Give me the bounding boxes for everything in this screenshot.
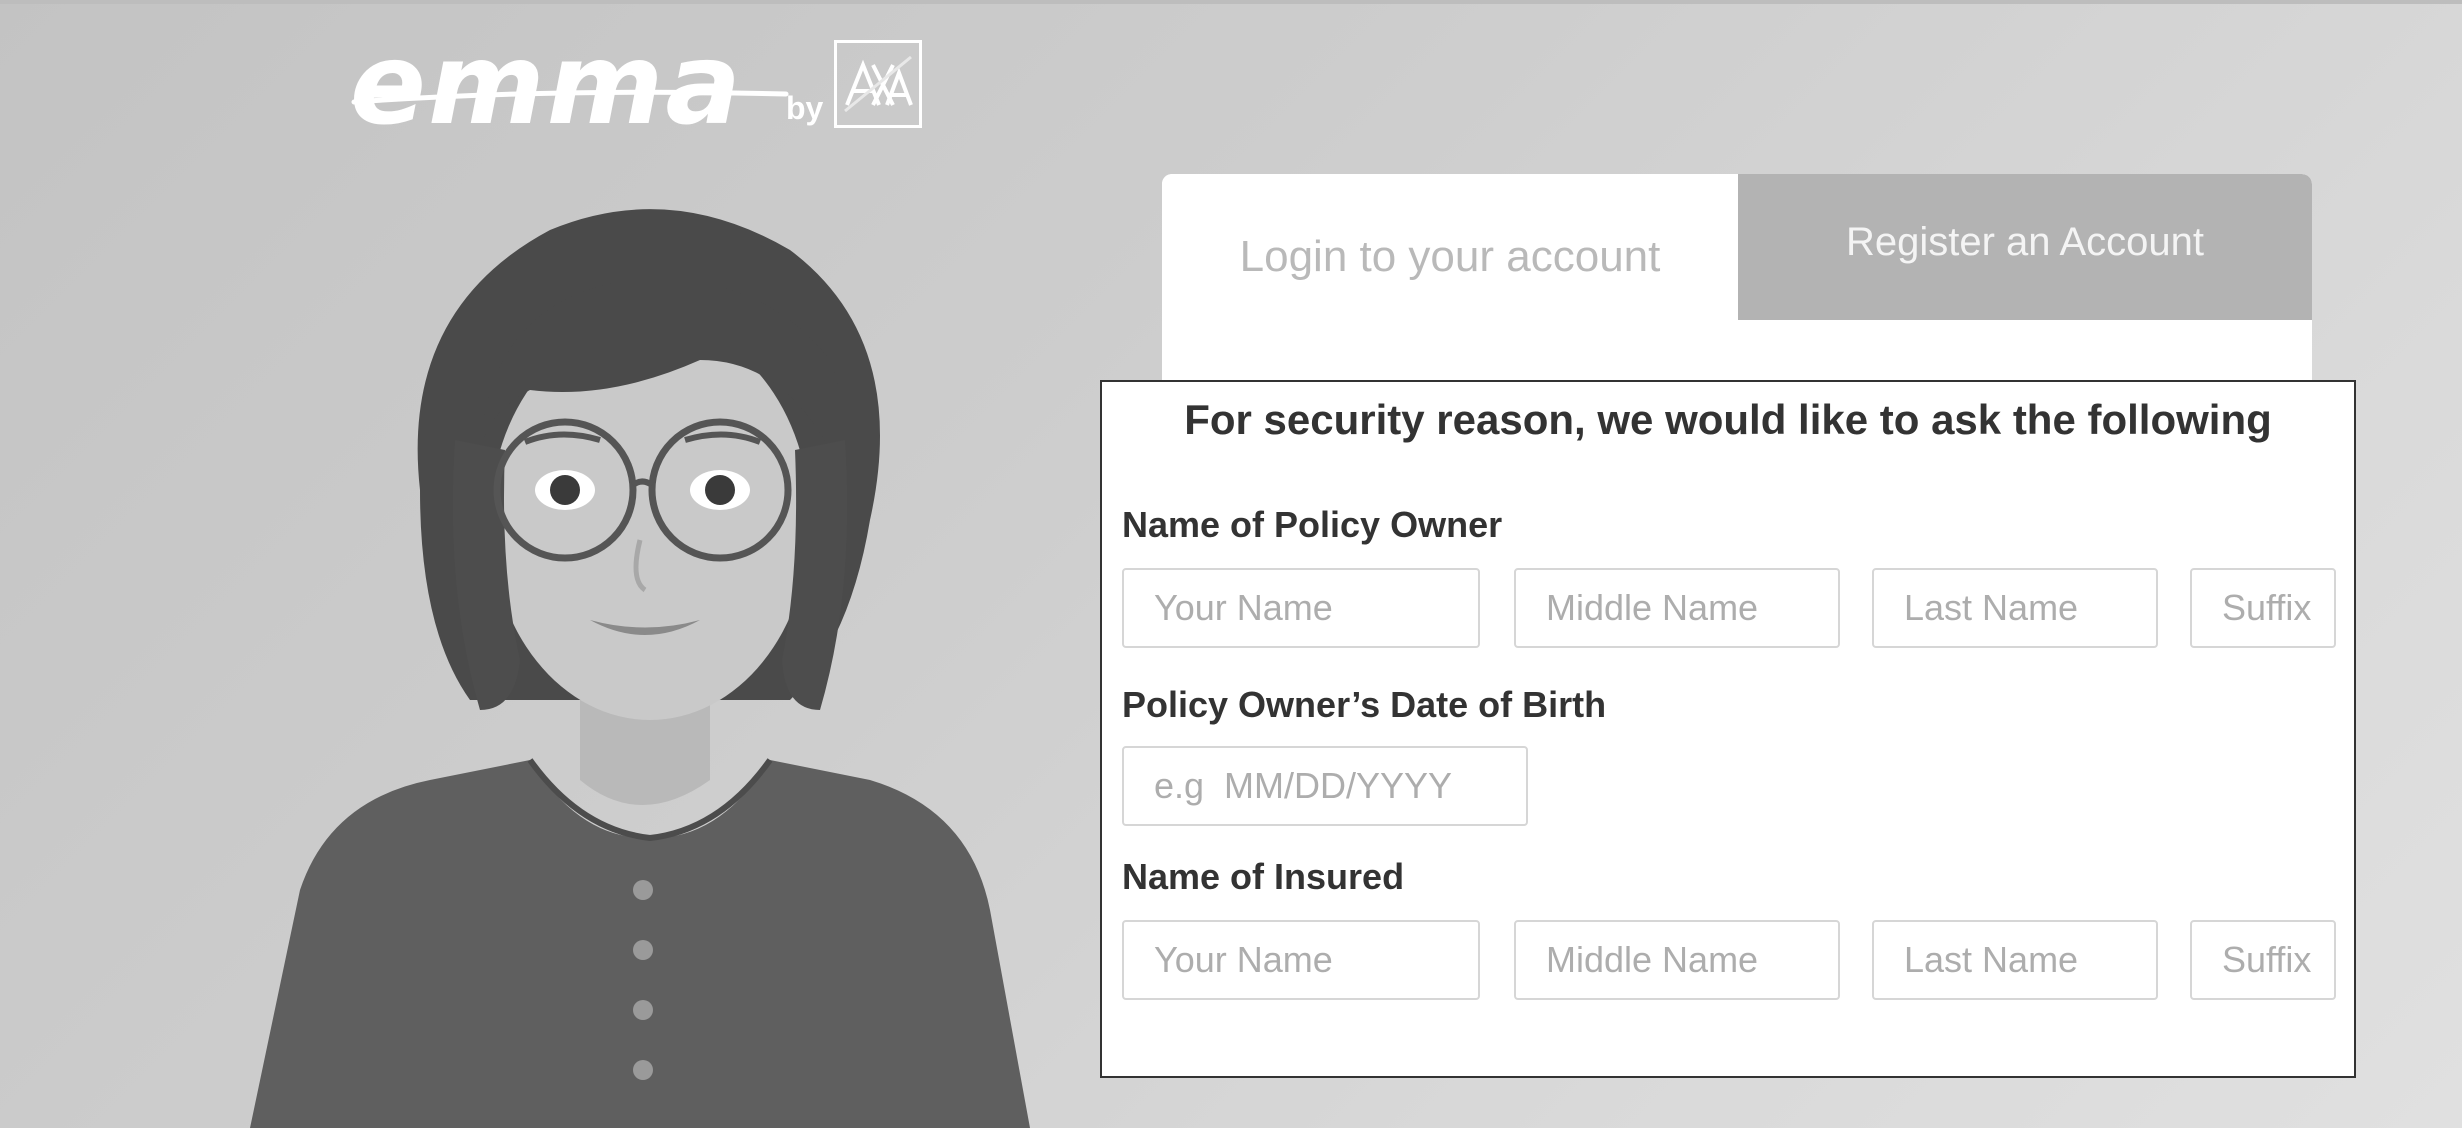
logo-by-text: by — [786, 90, 824, 126]
insured-middle-name-input[interactable] — [1514, 920, 1840, 1000]
insured-first-name-input[interactable] — [1122, 920, 1480, 1000]
dob-input[interactable] — [1122, 746, 1528, 826]
auth-card: Login to your account Register an Accoun… — [1162, 174, 2312, 384]
top-border — [0, 0, 2462, 4]
insured-suffix-input[interactable] — [2190, 920, 2336, 1000]
insured-last-name-input[interactable] — [1872, 920, 2158, 1000]
policy-owner-label: Name of Policy Owner — [1122, 504, 1503, 545]
policy-owner-suffix-input[interactable] — [2190, 568, 2336, 648]
dob-label: Policy Owner’s Date of Birth — [1122, 684, 1607, 725]
panel-title: For security reason, we would like to as… — [1184, 396, 2272, 443]
insured-label: Name of Insured — [1122, 856, 1405, 897]
emma-by-axa-logo: emma by — [350, 20, 930, 150]
emma-avatar-illustration — [250, 209, 1030, 1128]
security-questions-panel: For security reason, we would like to as… — [1100, 380, 2356, 1078]
policy-owner-middle-name-input[interactable] — [1514, 568, 1840, 648]
logo-wordmark: emma — [350, 20, 743, 150]
axa-logo-icon — [834, 40, 922, 128]
axa-mark-icon — [844, 55, 913, 113]
policy-owner-last-name-input[interactable] — [1872, 568, 2158, 648]
tab-login[interactable]: Login to your account — [1162, 174, 1738, 320]
policy-owner-first-name-input[interactable] — [1122, 568, 1480, 648]
tab-register[interactable]: Register an Account — [1738, 174, 2312, 320]
